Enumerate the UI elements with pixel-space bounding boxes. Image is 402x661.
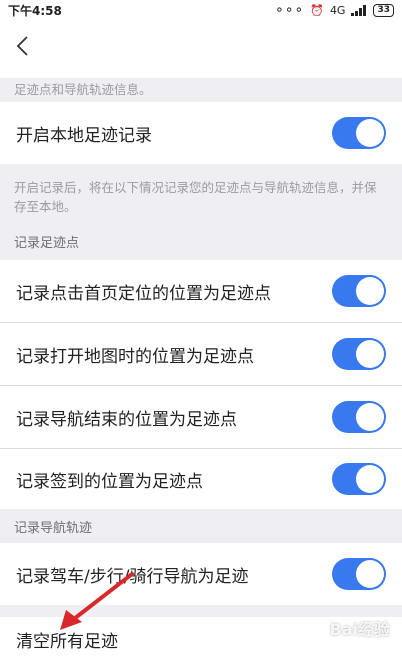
local-record-row[interactable]: 开启本地足迹记录 [0, 102, 402, 164]
alarm-icon: ⏰ [310, 3, 324, 17]
switch-knob [356, 403, 384, 431]
footprint-switch-checkin[interactable] [332, 463, 386, 495]
footprint-switch-open-map[interactable] [332, 338, 386, 370]
note-local-record: 开启记录后，将在以下情况记录您的足迹点与导航轨迹信息，并保存至本地。 [14, 180, 377, 214]
network-type: 4G [329, 3, 346, 17]
back-arrow-icon[interactable] [12, 34, 36, 58]
switch-knob [356, 560, 384, 588]
status-icons: ∘∘∘ ⏰ 4G 33 [274, 2, 394, 18]
status-bar: 下午4:58 ∘∘∘ ⏰ 4G 33 [0, 0, 402, 20]
footprint-row-label: 记录导航结束的位置为足迹点 [16, 409, 237, 430]
nav-track-switch[interactable] [332, 558, 386, 590]
local-record-switch[interactable] [332, 117, 386, 149]
switch-knob [356, 277, 384, 305]
footprint-row-nav-end[interactable]: 记录导航结束的位置为足迹点 [0, 386, 402, 448]
status-time: 下午4:58 [8, 3, 62, 18]
switch-knob [356, 465, 384, 493]
footprint-switch-nav-end[interactable] [332, 401, 386, 433]
nav-bar [0, 20, 402, 78]
footprint-row-open-map[interactable]: 记录打开地图时的位置为足迹点 [0, 323, 402, 385]
footprint-row-label: 记录打开地图时的位置为足迹点 [16, 346, 254, 367]
switch-knob [356, 119, 384, 147]
section-footprint-title: 记录足迹点 [14, 236, 80, 251]
footprint-row-label: 记录点击首页定位的位置为足迹点 [16, 283, 271, 304]
nav-track-row[interactable]: 记录驾车/步行/骑行导航为足迹 [0, 543, 402, 605]
footprint-switch-home-locate[interactable] [332, 275, 386, 307]
note-top: 足迹点和导航轨迹信息。 [14, 82, 152, 97]
clear-footprints-label: 清空所有足迹 [16, 631, 118, 652]
section-navigation-title: 记录导航轨迹 [14, 521, 93, 536]
watermark-logo: Bai经验 [329, 620, 390, 639]
nav-track-label: 记录驾车/步行/骑行导航为足迹 [16, 566, 249, 587]
switch-knob [356, 340, 384, 368]
footprint-row-label: 记录签到的位置为足迹点 [16, 471, 203, 492]
battery-icon: 33 [373, 3, 394, 17]
more-dots-icon: ∘∘∘ [274, 2, 305, 18]
local-record-label: 开启本地足迹记录 [16, 125, 152, 146]
signal-icon [351, 4, 367, 16]
footprint-row-checkin[interactable]: 记录签到的位置为足迹点 [0, 449, 402, 509]
footprint-row-home-locate[interactable]: 记录点击首页定位的位置为足迹点 [0, 260, 402, 322]
